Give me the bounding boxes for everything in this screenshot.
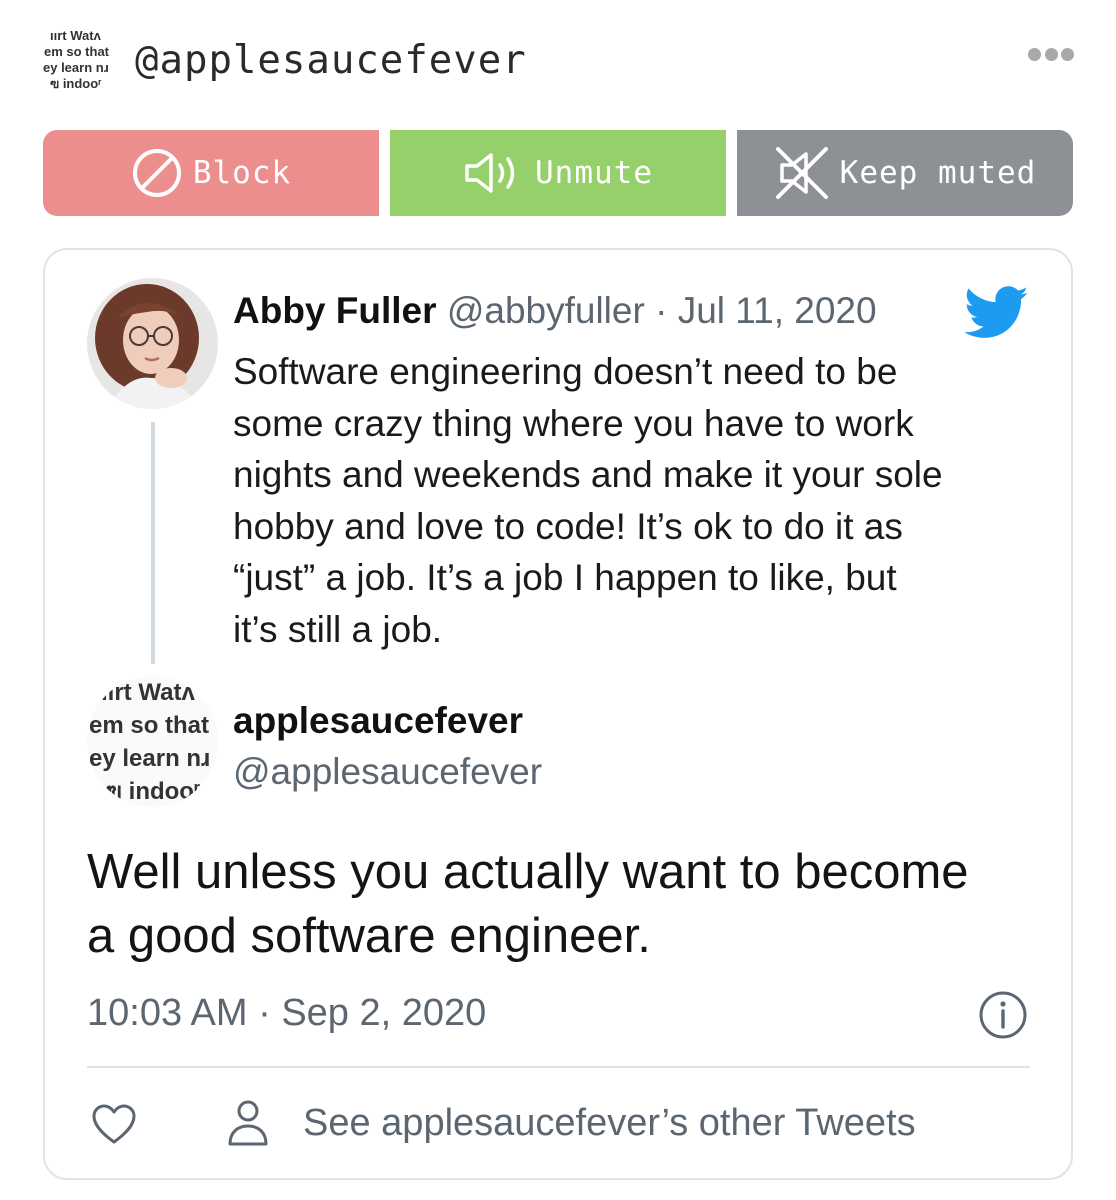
reply-author-handle[interactable]: @applesaucefever bbox=[233, 751, 542, 793]
reply-line: a good software engineer. bbox=[87, 909, 651, 963]
header-avatar-line: ıırt Watʌ bbox=[50, 28, 101, 43]
keep-muted-button[interactable]: Keep muted bbox=[737, 130, 1073, 216]
header-avatar-line: ฃ indooʳ bbox=[50, 76, 102, 91]
twitter-bird-icon[interactable] bbox=[964, 286, 1030, 340]
thread-line bbox=[151, 422, 155, 664]
quoted-line: hobby and love to code! It’s ok to do it… bbox=[233, 505, 903, 547]
header-handle: @applesaucefever bbox=[135, 38, 527, 83]
divider bbox=[87, 1066, 1030, 1068]
block-button[interactable]: Block bbox=[43, 130, 379, 216]
block-icon bbox=[132, 149, 181, 197]
reply-avatar-line: em so that bbox=[89, 712, 210, 739]
keep-muted-label: Keep muted bbox=[839, 155, 1037, 191]
quoted-author-handle[interactable]: @abbyfuller bbox=[447, 290, 645, 331]
block-label: Block bbox=[192, 155, 292, 191]
person-icon[interactable] bbox=[226, 1098, 270, 1148]
quoted-line: Software engineering doesn’t need to be bbox=[233, 351, 898, 392]
see-other-tweets-link[interactable]: See applesaucefever’s other Tweets bbox=[303, 1102, 916, 1145]
header-avatar: ıırt Watʌ em so that ey learn nɹ ฃ indoo… bbox=[40, 28, 116, 98]
quoted-line: it’s still a job. bbox=[233, 608, 443, 650]
quoted-line: “just” a job. It’s a job I happen to lik… bbox=[233, 557, 897, 598]
quoted-author-name[interactable]: Abby Fuller bbox=[233, 290, 437, 331]
muted-speaker-icon bbox=[775, 147, 828, 199]
abby-avatar[interactable] bbox=[87, 278, 218, 409]
reply-avatar-line: ey learn nɹ bbox=[89, 745, 211, 772]
quoted-date[interactable]: Jul 11, 2020 bbox=[678, 290, 877, 331]
reply-author-name[interactable]: applesaucefever bbox=[233, 700, 523, 742]
quoted-tweet-header: Abby Fuller @abbyfuller · Jul 11, 2020 bbox=[233, 290, 877, 332]
heart-icon[interactable] bbox=[90, 1102, 138, 1146]
reply-tweet-body: Well unless you actually want to become … bbox=[87, 840, 1047, 968]
reply-line: Well unless you actually want to become bbox=[87, 845, 969, 899]
quoted-line: nights and weekends and make it your sol… bbox=[233, 454, 943, 495]
header-avatar-line: ey learn nɹ bbox=[43, 60, 109, 75]
reply-timestamp[interactable]: 10:03 AM · Sep 2, 2020 bbox=[87, 992, 486, 1035]
unmute-button[interactable]: Unmute bbox=[390, 130, 726, 216]
unmute-label: Unmute bbox=[535, 155, 653, 191]
quoted-tweet-body: Software engineering doesn’t need to be … bbox=[233, 346, 1043, 655]
header-avatar-line: em so that bbox=[44, 44, 110, 59]
quoted-line: some crazy thing where you have to work bbox=[233, 402, 914, 444]
info-icon[interactable] bbox=[978, 990, 1028, 1040]
meta-separator: · bbox=[655, 290, 668, 331]
applesaucefever-avatar[interactable]: ıırt Watʌ em so that ey learn nɹ ฃ indoo… bbox=[87, 676, 218, 807]
more-icon[interactable] bbox=[1028, 48, 1074, 64]
speaker-icon bbox=[465, 153, 515, 193]
